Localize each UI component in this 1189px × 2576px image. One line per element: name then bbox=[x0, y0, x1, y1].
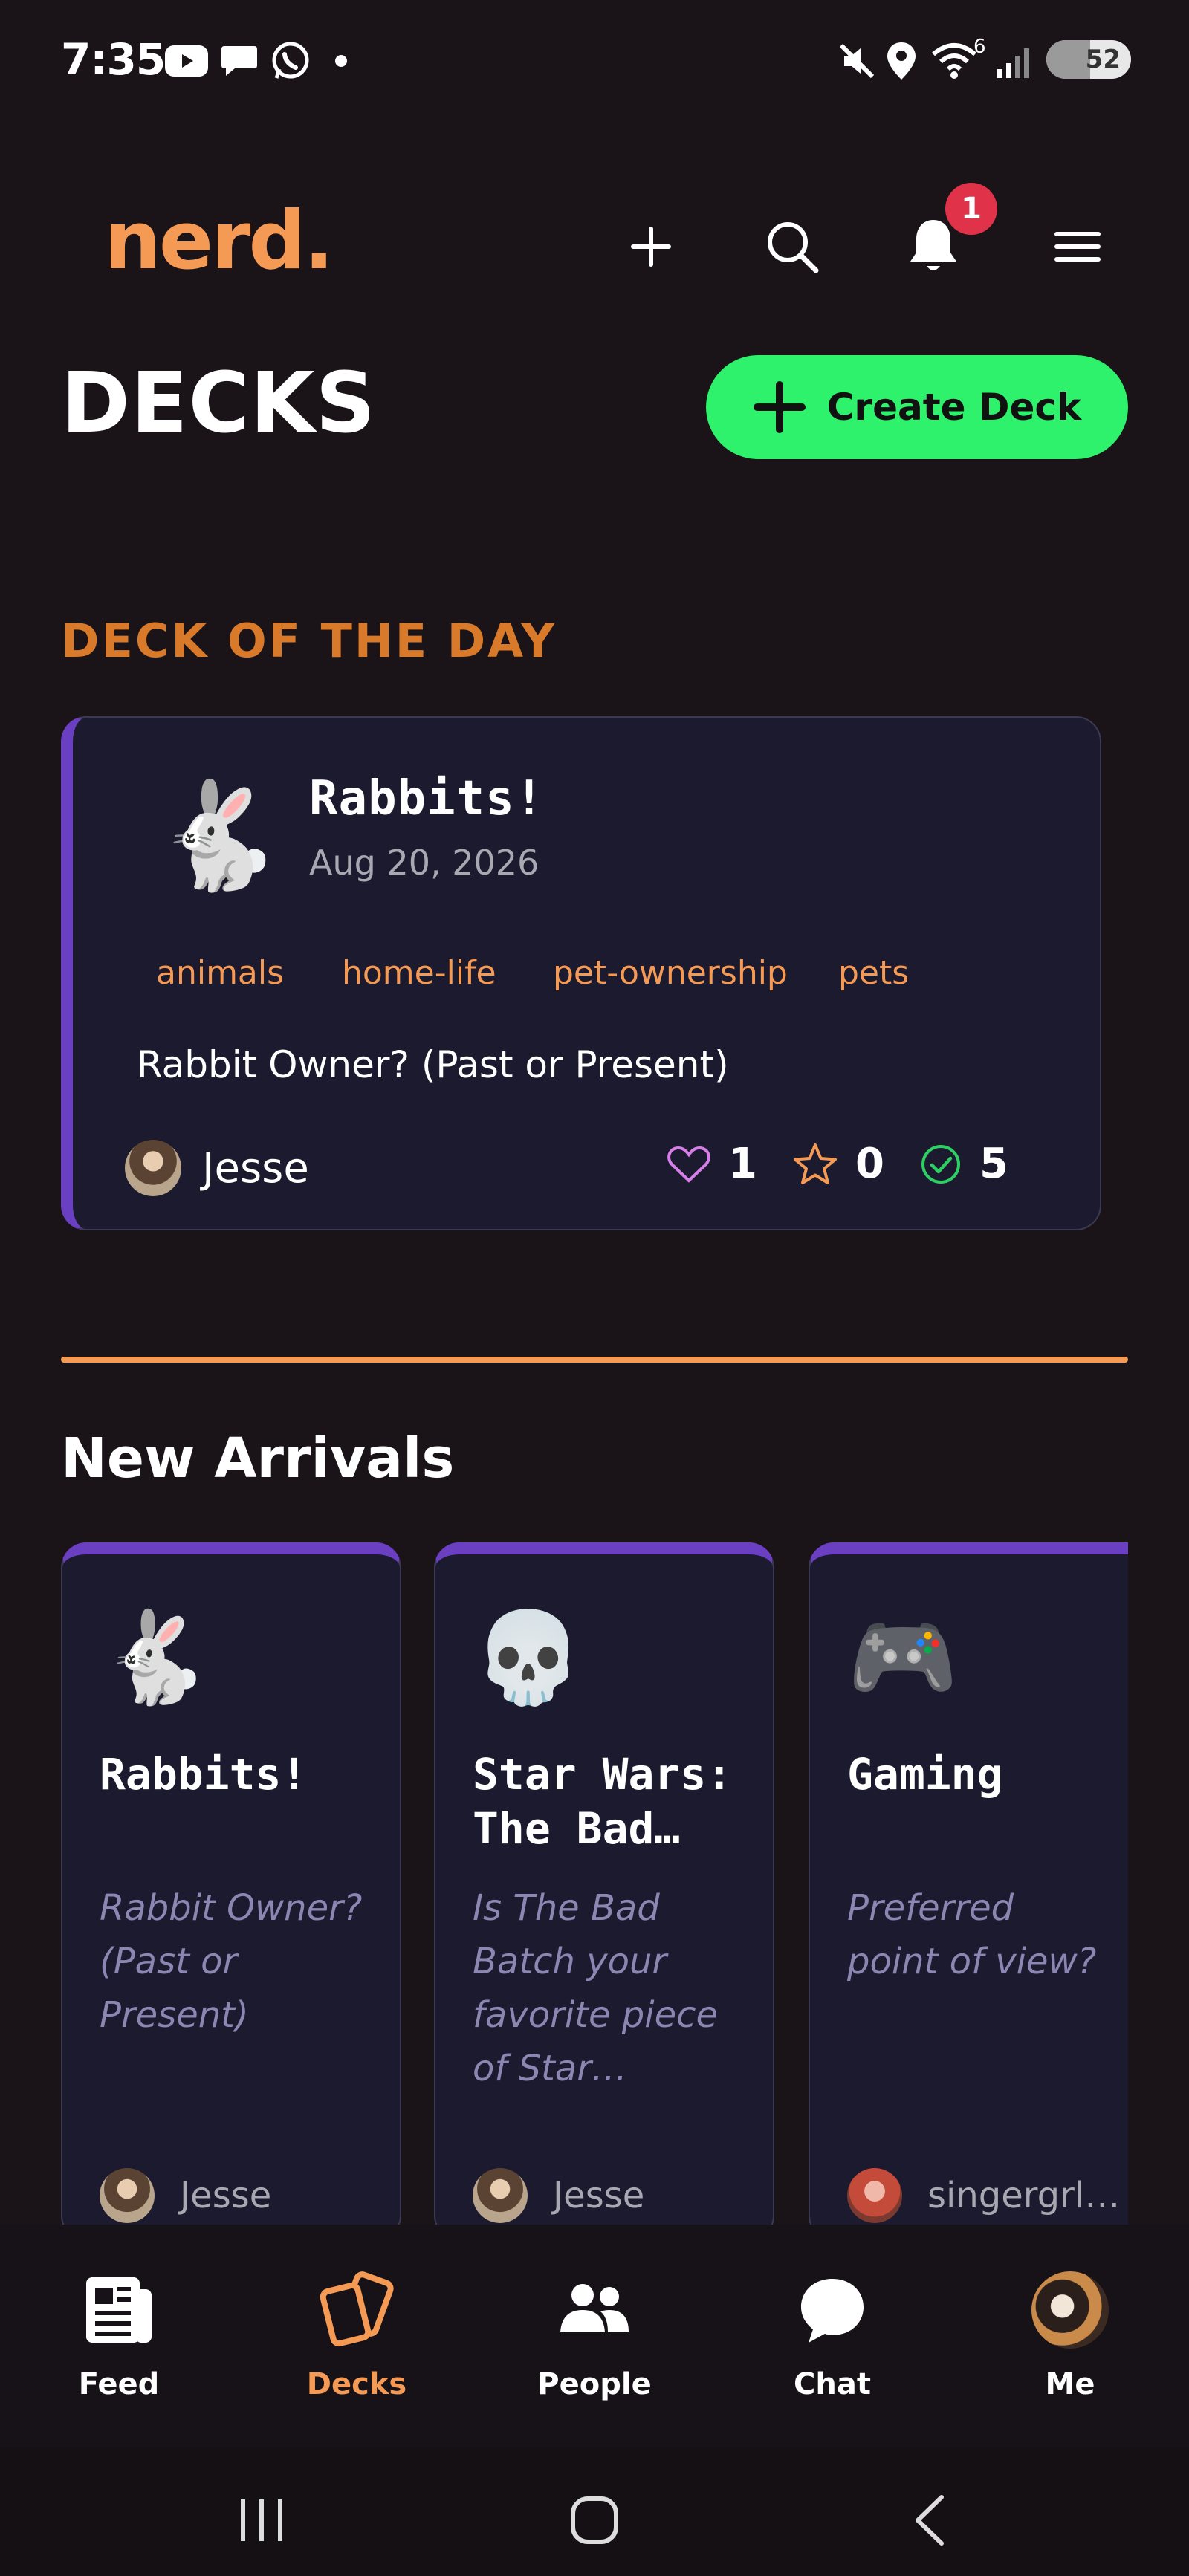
decks-icon bbox=[320, 2271, 394, 2347]
section-title-new-arrivals: New Arrivals bbox=[61, 1427, 455, 1490]
create-deck-button[interactable]: Create Deck bbox=[706, 355, 1128, 459]
avatar bbox=[125, 1140, 181, 1196]
home-button[interactable] bbox=[550, 2476, 639, 2565]
nav-label: Chat bbox=[794, 2367, 871, 2401]
deck-emoji: 🐇 bbox=[100, 1606, 211, 1710]
tag-home-life[interactable]: home-life bbox=[342, 954, 496, 992]
nav-people[interactable]: People bbox=[513, 2269, 676, 2401]
deck-emoji: 🎮 bbox=[847, 1606, 959, 1710]
add-button[interactable] bbox=[614, 210, 688, 284]
author-name: Jesse bbox=[180, 2175, 272, 2216]
section-divider bbox=[61, 1357, 1128, 1363]
people-icon bbox=[560, 2284, 629, 2332]
plus-icon bbox=[631, 227, 671, 267]
recent-apps-icon bbox=[241, 2499, 282, 2541]
deck-date: Aug 20, 2026 bbox=[309, 843, 540, 883]
create-deck-label: Create Deck bbox=[826, 386, 1082, 429]
like-count: 1 bbox=[728, 1140, 757, 1188]
nav-label: Me bbox=[1045, 2367, 1095, 2401]
nav-me[interactable]: Me bbox=[988, 2269, 1152, 2401]
youtube-icon bbox=[165, 39, 208, 83]
star-icon bbox=[793, 1143, 837, 1184]
avatar bbox=[100, 2168, 155, 2223]
deck-of-the-day-card[interactable]: 🐇 Rabbits! Aug 20, 2026 animals home-lif… bbox=[61, 716, 1101, 1230]
deck-author[interactable]: singergrl… bbox=[847, 2168, 1120, 2223]
deck-question: Rabbit Owner? (Past or Present) bbox=[137, 1043, 729, 1086]
heart-icon bbox=[667, 1146, 710, 1183]
deck-title: Gaming bbox=[847, 1749, 1003, 1800]
menu-icon bbox=[1054, 232, 1101, 262]
signal-icon bbox=[996, 39, 1037, 83]
home-icon bbox=[571, 2496, 618, 2544]
chat-icon bbox=[801, 2279, 864, 2343]
star-count: 0 bbox=[855, 1140, 884, 1188]
plus-icon bbox=[753, 381, 806, 433]
tag-pet-ownership[interactable]: pet-ownership bbox=[553, 954, 788, 992]
nav-label: People bbox=[537, 2367, 652, 2401]
search-icon bbox=[768, 222, 819, 273]
battery-percent: 52 bbox=[1085, 45, 1121, 74]
arrival-card[interactable]: 🐇 Rabbits! Rabbit Owner? (Past or Presen… bbox=[61, 1542, 401, 2241]
author-name: Jesse bbox=[202, 1143, 309, 1193]
author-name: Jesse bbox=[553, 2175, 645, 2216]
bottom-nav: Feed Decks People Chat Me bbox=[0, 2225, 1189, 2447]
nav-chat[interactable]: Chat bbox=[751, 2269, 914, 2401]
dot-indicator bbox=[334, 39, 348, 83]
wifi-icon: 6 bbox=[932, 36, 986, 83]
status-bar: 7:35 6 52 bbox=[0, 0, 1189, 119]
deck-author[interactable]: Jesse bbox=[473, 2168, 644, 2223]
notification-badge: 1 bbox=[945, 183, 997, 235]
like-stat[interactable]: 1 bbox=[667, 1140, 757, 1188]
menu-button[interactable] bbox=[1040, 210, 1115, 284]
battery-indicator: 52 bbox=[1046, 40, 1131, 79]
completion-count: 5 bbox=[979, 1140, 1008, 1188]
arrival-card[interactable]: 💀 Star Wars: The Bad… Is The Bad Batch y… bbox=[434, 1542, 774, 2241]
avatar bbox=[1031, 2271, 1109, 2349]
back-button[interactable] bbox=[884, 2476, 973, 2565]
battery-level-fill bbox=[1046, 40, 1091, 79]
message-icon bbox=[220, 39, 259, 83]
tag-pets[interactable]: pets bbox=[838, 954, 909, 992]
app-logo[interactable]: nerd. bbox=[104, 195, 334, 288]
nav-label: Feed bbox=[78, 2367, 160, 2401]
section-title-deck-of-the-day: DECK OF THE DAY bbox=[61, 614, 557, 668]
deck-question: Preferred point of view? bbox=[847, 1887, 1097, 1982]
deck-author[interactable]: Jesse bbox=[125, 1140, 309, 1196]
back-icon bbox=[916, 2495, 944, 2546]
tag-animals[interactable]: animals bbox=[156, 954, 284, 992]
arrival-card[interactable]: 🎮 Gaming Preferred point of view? singer… bbox=[809, 1542, 1128, 2241]
deck-title: Star Wars: The Bad… bbox=[473, 1749, 733, 1854]
deck-title: Rabbits! bbox=[309, 771, 545, 826]
search-button[interactable] bbox=[755, 210, 829, 284]
wifi-label: 6 bbox=[973, 36, 986, 58]
nav-decks[interactable]: Decks bbox=[275, 2269, 438, 2401]
avatar bbox=[473, 2168, 528, 2223]
location-icon bbox=[886, 39, 917, 83]
check-circle-icon bbox=[921, 1144, 960, 1184]
star-stat[interactable]: 0 bbox=[793, 1140, 884, 1188]
nav-feed[interactable]: Feed bbox=[37, 2269, 201, 2401]
deck-emoji: 🐇 bbox=[153, 776, 283, 897]
deck-author[interactable]: Jesse bbox=[100, 2168, 271, 2223]
deck-question: Is The Bad Batch your favorite piece of … bbox=[473, 1887, 719, 2089]
system-nav-bar bbox=[0, 2447, 1189, 2576]
deck-title: Rabbits! bbox=[100, 1749, 308, 1800]
page-title: DECKS bbox=[61, 355, 377, 452]
author-name: singergrl… bbox=[927, 2175, 1121, 2216]
recent-apps-button[interactable] bbox=[217, 2476, 306, 2565]
deck-emoji: 💀 bbox=[473, 1606, 584, 1710]
mute-icon bbox=[837, 39, 877, 83]
feed-icon bbox=[86, 2277, 152, 2343]
status-time: 7:35 bbox=[61, 34, 166, 85]
completion-stat: 5 bbox=[920, 1140, 1008, 1188]
nav-label: Decks bbox=[306, 2367, 407, 2401]
whatsapp-icon bbox=[270, 39, 311, 83]
avatar bbox=[847, 2168, 902, 2223]
deck-question: Rabbit Owner? (Past or Present) bbox=[100, 1887, 363, 2036]
deck-stats: 1 0 5 bbox=[667, 1140, 1044, 1188]
